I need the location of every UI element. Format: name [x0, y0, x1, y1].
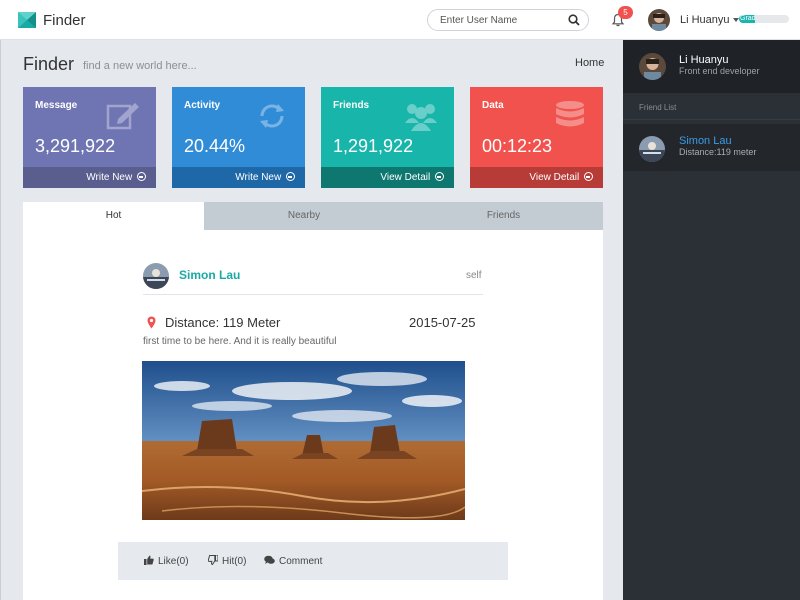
write-new-button[interactable]: Write New	[23, 167, 156, 188]
stat-card-message: Message 3,291,922 Write New	[23, 87, 156, 188]
stat-card-activity: Activity 20.44% Write New	[172, 87, 305, 188]
like-label: Like(0)	[158, 556, 189, 567]
post-actions-bar: Like(0) Hit(0) Comment	[118, 542, 508, 580]
stat-card-label: Friends	[333, 100, 370, 111]
view-detail-button[interactable]: View Detail	[321, 167, 454, 188]
stat-card-value: 1,291,922	[333, 136, 414, 156]
friend-list-item[interactable]: Simon Lau Distance:119 meter	[623, 124, 800, 171]
app-title[interactable]: Finder	[43, 12, 86, 29]
page-border	[0, 40, 1, 600]
sidebar-user-role: Front end developer	[679, 66, 760, 76]
avatar[interactable]	[639, 53, 666, 80]
tab-friends[interactable]: Friends	[404, 202, 603, 230]
tab-hot[interactable]: Hot	[23, 202, 204, 230]
tab-nearby[interactable]: Nearby	[204, 202, 404, 230]
breadcrumb-home-link[interactable]: Home	[575, 57, 604, 69]
like-button[interactable]: Like(0)	[144, 555, 189, 567]
database-icon	[556, 101, 584, 127]
page-title: Finder	[23, 54, 75, 74]
app-logo-icon[interactable]	[18, 12, 36, 28]
avatar[interactable]	[648, 9, 670, 31]
stat-card-footer-label: View Detail	[380, 172, 431, 183]
comments-icon	[264, 555, 275, 564]
post-distance: Distance: 119 Meter	[165, 315, 281, 330]
circle-minus-icon	[435, 172, 444, 181]
write-new-button[interactable]: Write New	[172, 167, 305, 188]
comment-button[interactable]: Comment	[264, 555, 322, 567]
circle-minus-icon	[286, 172, 295, 181]
friends-sidebar: Li Huanyu Front end developer Friend Lis…	[623, 40, 800, 600]
stat-card-value: 00:12:23	[482, 136, 553, 156]
avatar	[639, 136, 665, 162]
grade-label: Grade	[739, 15, 755, 23]
user-search-input[interactable]	[440, 10, 565, 31]
user-menu-name[interactable]: Li Huanyu	[680, 14, 730, 26]
comment-label: Comment	[279, 556, 323, 567]
post-text: first time to be here. And it is really …	[143, 336, 337, 347]
feed-tabs: Hot Nearby Friends	[23, 202, 603, 230]
stat-card-footer-label: Write New	[86, 172, 133, 183]
users-icon	[405, 104, 437, 131]
post-tag: self	[466, 270, 482, 281]
friend-list-heading: Friend List	[639, 103, 677, 112]
notification-badge: 5	[618, 6, 633, 19]
hit-label: Hit(0)	[222, 556, 247, 567]
location-pin-icon	[147, 316, 156, 329]
stat-card-label: Data	[482, 100, 504, 111]
stat-card-label: Message	[35, 100, 78, 111]
post-date: 2015-07-25	[409, 315, 476, 330]
avatar[interactable]	[143, 263, 169, 289]
stat-card-label: Activity	[184, 100, 221, 111]
friend-name[interactable]: Simon Lau	[679, 135, 732, 147]
stat-card-value: 20.44%	[184, 136, 246, 156]
circle-minus-icon	[137, 172, 146, 181]
post-author-name[interactable]: Simon Lau	[179, 268, 240, 282]
page-subtitle: find a new world here...	[83, 60, 197, 72]
stat-card-data: Data 00:12:23 View Detail	[470, 87, 603, 188]
edit-icon	[106, 103, 139, 130]
sidebar-profile[interactable]: Li Huanyu Front end developer	[623, 40, 800, 93]
thumbs-up-icon	[144, 555, 154, 565]
search-icon[interactable]	[568, 14, 580, 26]
stat-card-footer-label: View Detail	[529, 172, 580, 183]
hit-button[interactable]: Hit(0)	[207, 554, 247, 567]
refresh-icon	[260, 104, 284, 128]
top-bar: Finder 5 Li Huanyu Grade	[0, 0, 800, 40]
view-detail-button[interactable]: View Detail	[470, 167, 603, 188]
stat-card-footer-label: Write New	[235, 172, 282, 183]
stat-card-friends: Friends 1,291,922 View Detail	[321, 87, 454, 188]
divider	[623, 119, 800, 120]
circle-minus-icon	[584, 172, 593, 181]
divider	[143, 294, 483, 295]
stat-card-value: 3,291,922	[35, 136, 116, 156]
thumbs-down-icon	[207, 554, 219, 566]
sidebar-user-name: Li Huanyu	[679, 54, 729, 66]
friend-distance: Distance:119 meter	[679, 147, 757, 157]
grade-progress-bar: Grade	[739, 15, 789, 23]
user-search-box	[427, 9, 589, 31]
post-photo[interactable]	[142, 361, 465, 520]
